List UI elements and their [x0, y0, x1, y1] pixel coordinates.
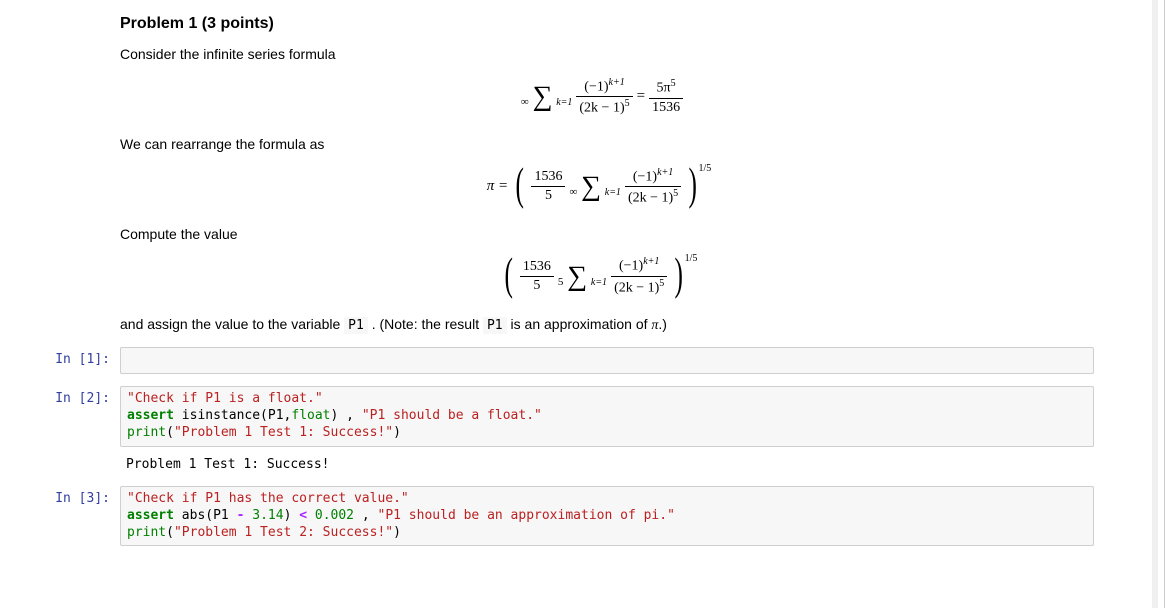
formula-3: ( 1536 5 5 ∑ k=1 (−1)k+1 (2k − 1)5 ) — [120, 256, 1084, 296]
sigma-icon: ∑ — [567, 261, 587, 292]
sum-upper: ∞ — [521, 96, 529, 108]
code-cell-2: In [2]: "Check if P1 is a float." assert… — [45, 386, 1094, 447]
sigma-icon: ∑ — [532, 81, 552, 112]
inline-code-p1: P1 — [344, 317, 368, 334]
inline-code-p1: P1 — [483, 317, 507, 334]
formula-2: π = ( 1536 5 ∞ ∑ k=1 (−1)k+1 (2k − 1)5 — [120, 167, 1084, 207]
code-cell-2-output: Problem 1 Test 1: Success! — [45, 453, 1094, 474]
input-prompt: In [3]: — [45, 486, 120, 506]
notebook-page: Problem 1 (3 points) Consider the infini… — [0, 0, 1165, 608]
paragraph-3: Compute the value — [120, 225, 1084, 245]
code-input[interactable]: "Check if P1 is a float." assert isinsta… — [120, 386, 1094, 447]
input-prompt: In [2]: — [45, 386, 120, 406]
code-cell-3: In [3]: "Check if P1 has the correct val… — [45, 486, 1094, 547]
code-input[interactable]: "Check if P1 has the correct value." ass… — [120, 486, 1094, 547]
code-input[interactable] — [120, 347, 1094, 374]
sigma-icon: ∑ — [581, 171, 601, 202]
input-prompt: In [1]: — [45, 347, 120, 367]
output-prompt — [45, 453, 120, 458]
stdout: Problem 1 Test 1: Success! — [120, 453, 1094, 474]
problem-heading: Problem 1 (3 points) — [120, 15, 1084, 33]
markdown-cell: Problem 1 (3 points) Consider the infini… — [120, 0, 1084, 335]
sum-lower: k=1 — [556, 97, 572, 108]
formula-1: ∞ ∑ k=1 (−1)k+1 (2k − 1)5 = 5π5 1536 — [120, 77, 1084, 117]
paragraph-2: We can rearrange the formula as — [120, 135, 1084, 155]
code-cell-1: In [1]: — [45, 347, 1094, 374]
paragraph-4: and assign the value to the variable P1 … — [120, 315, 1084, 336]
paragraph-1: Consider the infinite series formula — [120, 45, 1084, 65]
